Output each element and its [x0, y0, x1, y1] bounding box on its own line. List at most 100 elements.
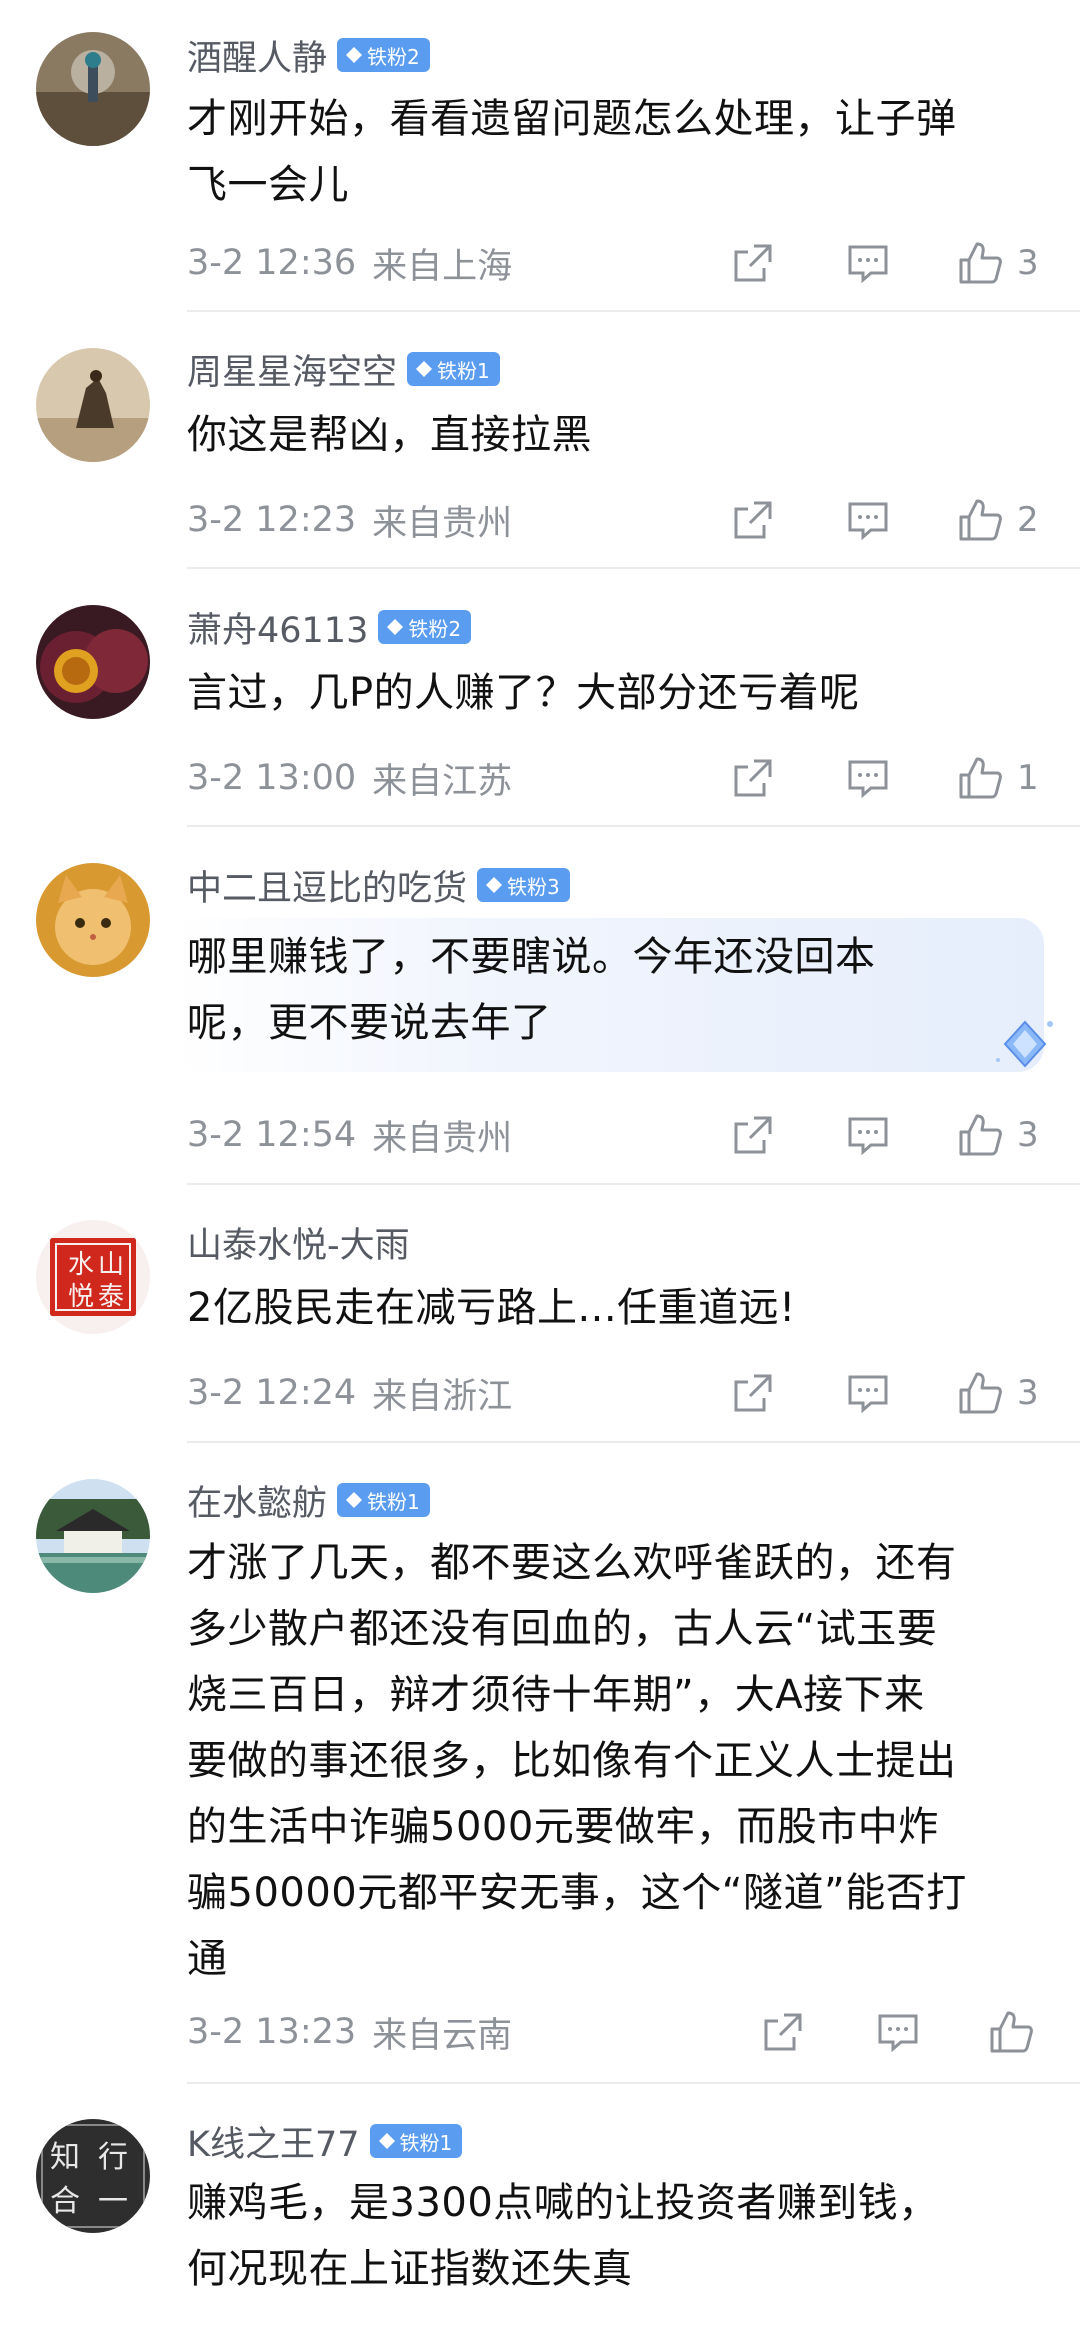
comment-icon [848, 760, 888, 799]
like-count: 2 [1017, 500, 1039, 540]
comment-time: 3-2 12:54 [187, 1115, 357, 1155]
thumbs-up-icon [959, 499, 1002, 541]
share-button[interactable] [730, 1368, 776, 1418]
share-button[interactable] [730, 753, 776, 803]
comment-line: 烧三百日，辩才须待十年期”，大A接下来 [187, 1672, 925, 1718]
username[interactable]: 酒醒人静 [187, 30, 327, 81]
comment-icon [848, 502, 888, 541]
seal-char: 水 [68, 1250, 94, 1280]
divider [187, 1441, 1080, 1443]
divider [187, 825, 1080, 827]
avatar[interactable] [36, 348, 150, 462]
thumbs-up-icon [990, 2011, 1033, 2053]
avatar[interactable]: 知 行 合 一 [36, 2119, 150, 2233]
reply-button[interactable] [845, 753, 891, 803]
diamond-icon [345, 1491, 363, 1509]
comment-line: 飞一会儿 [187, 162, 349, 208]
comment-line: 何况现在上证指数还失真 [187, 2246, 633, 2292]
fan-badge[interactable]: 铁粉1 [369, 2124, 463, 2158]
username-row: K线之王77 铁粉1 [187, 2116, 463, 2167]
comment-line: 才涨了几天，都不要这么欢呼雀跃的，还有 [187, 1540, 957, 1586]
like-button[interactable]: 3 [957, 1110, 1039, 1160]
reply-button[interactable] [875, 2007, 921, 2057]
avatar[interactable] [36, 605, 150, 719]
diamond-icon [415, 360, 433, 378]
fan-badge[interactable]: 铁粉2 [378, 610, 472, 644]
reply-button[interactable] [845, 1110, 891, 1160]
share-icon [734, 1116, 772, 1154]
reply-button[interactable] [845, 495, 891, 545]
comment-time: 3-2 13:23 [187, 2012, 357, 2052]
share-icon [734, 759, 772, 797]
comment-location: 来自上海 [372, 246, 513, 287]
fan-badge-label: 铁粉1 [437, 358, 490, 383]
comment-text: 赚鸡毛，是3300点喊的让投资者赚到钱， 何况现在上证指数还失真 [187, 2170, 1057, 2302]
fan-badge[interactable]: 铁粉2 [337, 38, 430, 72]
comment-icon [848, 1117, 888, 1156]
share-button[interactable] [730, 1110, 776, 1160]
share-icon [764, 2013, 802, 2051]
like-button[interactable]: 3 [957, 238, 1039, 288]
avatar-char: 知 [50, 2140, 80, 2175]
share-button[interactable] [760, 2007, 806, 2057]
comment-meta: 3-2 12:54 来自贵州 [187, 1110, 1080, 1160]
thumbs-up-icon [959, 1372, 1002, 1414]
divider [187, 1183, 1080, 1185]
reply-button[interactable] [845, 238, 891, 288]
comment-text: 才刚开始，看看遗留问题怎么处理，让子弹 飞一会儿 [187, 86, 1057, 218]
share-button[interactable] [730, 495, 776, 545]
comment-line: 要做的事还很多，比如像有个正义人士提出 [187, 1738, 957, 1784]
comment-meta: 3-2 12:24 来自浙江 [187, 1368, 1080, 1418]
reply-button[interactable] [845, 1368, 891, 1418]
like-button[interactable]: 1 [957, 753, 1039, 803]
comment-line: 你这是帮凶，直接拉黑 [187, 412, 592, 458]
comment-text: 哪里赚钱了，不要瞎说。今年还没回本 呢，更不要说去年了 [187, 924, 1057, 1056]
comment-line: 哪里赚钱了，不要瞎说。今年还没回本 [187, 934, 876, 980]
username-row: 山泰水悦-大雨 [187, 1217, 410, 1268]
avatar[interactable]: 水 山 悦 泰 [36, 1220, 150, 1334]
comment-line: 2亿股民走在减亏路上...任重道远! [187, 1285, 796, 1331]
comment-icon [878, 2014, 918, 2053]
avatar-char: 合 [50, 2184, 80, 2219]
like-button[interactable]: 2 [957, 495, 1039, 545]
diamond-icon [386, 618, 404, 636]
fan-badge[interactable]: 铁粉3 [477, 868, 570, 902]
avatar-char: 一 [98, 2184, 128, 2219]
avatar[interactable] [36, 863, 150, 977]
seal-char: 泰 [98, 1282, 124, 1312]
comment-time: 3-2 13:00 [187, 758, 357, 798]
avatar[interactable] [36, 32, 150, 146]
comment-meta: 3-2 13:00 来自江苏 [187, 753, 1080, 803]
username[interactable]: 山泰水悦-大雨 [187, 1217, 410, 1268]
comment-time: 3-2 12:36 [187, 243, 357, 283]
username[interactable]: 在水懿舫 [187, 1475, 327, 1526]
divider [187, 2082, 1080, 2084]
comment-text: 言过，几P的人赚了？大部分还亏着呢 [187, 660, 1057, 726]
thumbs-up-icon [959, 242, 1002, 284]
comment-time: 3-2 12:23 [187, 500, 357, 540]
avatar[interactable] [36, 1479, 150, 1593]
like-button[interactable]: 3 [957, 1368, 1039, 1418]
username[interactable]: K线之王77 [187, 2116, 360, 2167]
comment-icon [848, 1375, 888, 1414]
username[interactable]: 中二且逗比的吃货 [187, 860, 467, 911]
fan-badge[interactable]: 铁粉1 [337, 1483, 430, 1517]
comment-location: 来自贵州 [372, 503, 513, 544]
comment-text: 2亿股民走在减亏路上...任重道远! [187, 1275, 1057, 1341]
comment-time: 3-2 12:24 [187, 1373, 357, 1413]
comment-location: 来自江苏 [372, 761, 513, 802]
diamond-icon [345, 46, 363, 64]
like-count: 3 [1017, 1115, 1039, 1155]
comment-location: 来自云南 [372, 2015, 513, 2056]
thumbs-up-icon [959, 1114, 1002, 1156]
fan-badge[interactable]: 铁粉1 [407, 352, 500, 386]
comment-meta: 3-2 12:23 来自贵州 [187, 495, 1080, 545]
share-button[interactable] [730, 238, 776, 288]
seal-char: 悦 [68, 1282, 94, 1312]
username[interactable]: 周星星海空空 [187, 344, 397, 395]
like-button[interactable] [988, 2007, 1048, 2057]
username[interactable]: 萧舟46113 [187, 602, 368, 653]
username-row: 萧舟46113 铁粉2 [187, 602, 472, 653]
fan-badge-label: 铁粉2 [408, 616, 462, 641]
fan-badge-label: 铁粉1 [399, 2130, 453, 2155]
